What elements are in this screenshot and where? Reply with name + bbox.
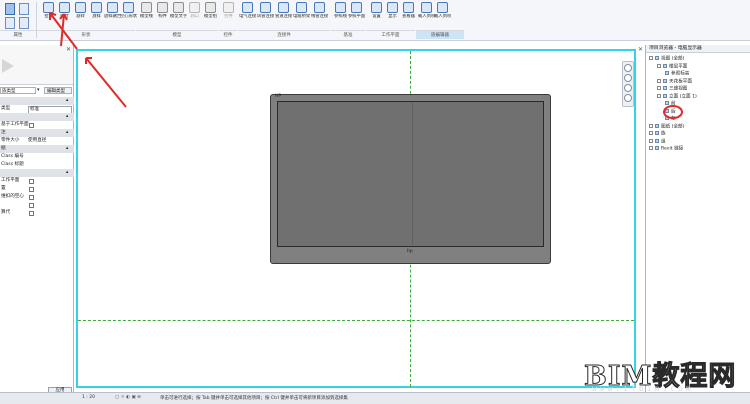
watermark: BIM教程网 www.ifbim.com (583, 354, 750, 394)
annotation-circle (663, 105, 683, 119)
annotation-arrow-line (85, 57, 127, 108)
annotation-layer (49, 12, 683, 119)
watermark-url: www.ifbim.com (592, 384, 694, 393)
